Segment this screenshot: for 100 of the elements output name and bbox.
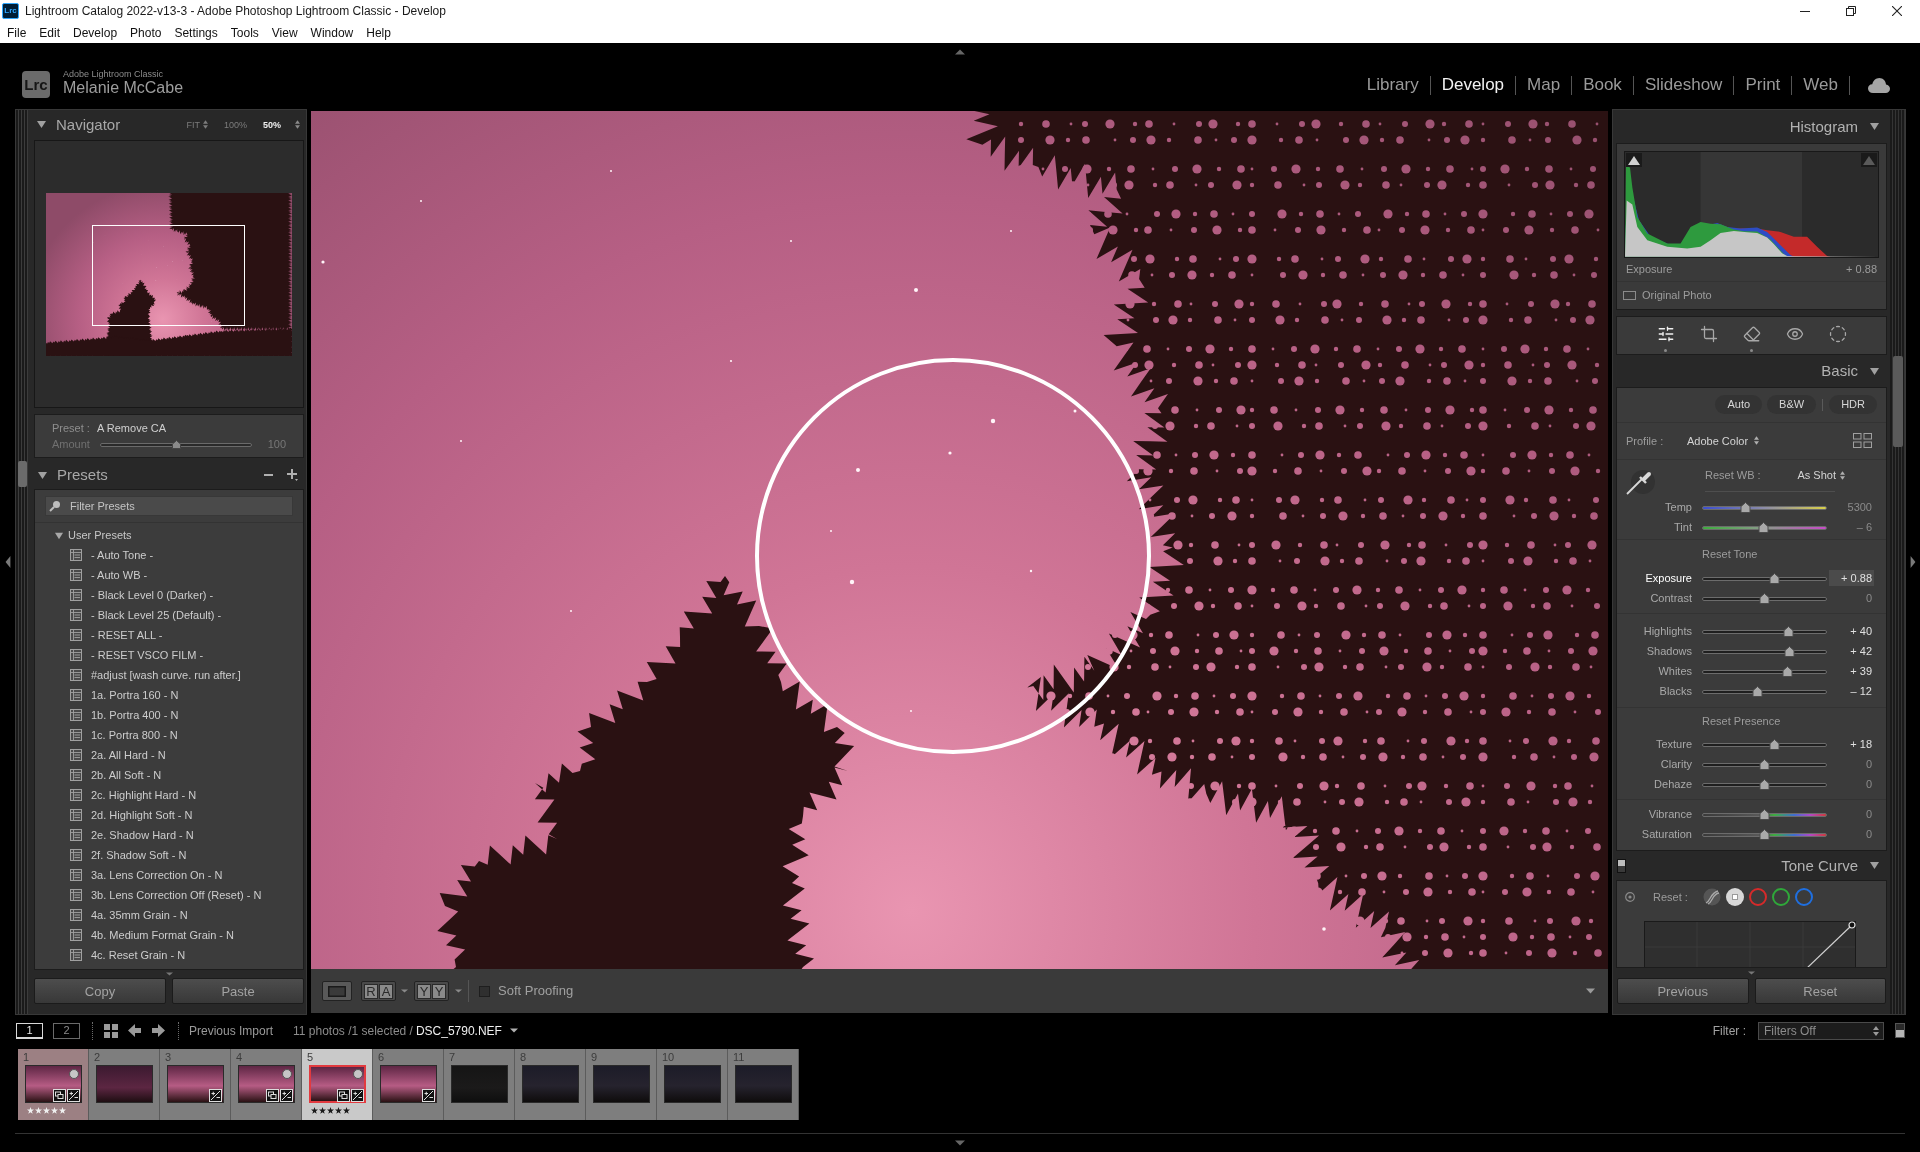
arrow-left-icon[interactable] [128,1024,141,1037]
crop-icon[interactable] [1699,325,1718,343]
zoom-option[interactable]: 100% [223,119,247,130]
slider-thumb[interactable] [1759,808,1770,820]
slider-track[interactable] [1702,572,1827,584]
preset-item[interactable]: 1b. Portra 400 - N [91,706,179,724]
caret-down-icon[interactable] [509,1028,518,1033]
action-button[interactable]: Paste [172,978,304,1004]
panel-title[interactable]: Histogram [1789,117,1858,136]
slider-label[interactable]: Saturation [1617,825,1692,843]
cloud-icon[interactable] [1868,77,1890,93]
preset-name[interactable]: A Remove CA [97,420,167,437]
stepper-arrows-icon[interactable] [1754,436,1760,446]
slider-track[interactable] [1702,592,1827,604]
view-mode-button[interactable] [322,981,352,1001]
eraser-icon[interactable] [1742,325,1761,343]
switch-icon[interactable] [1895,1023,1905,1038]
curve-icon[interactable] [1703,888,1721,906]
disc-icon[interactable] [1726,888,1744,906]
menu-item[interactable]: Photo [130,24,162,41]
menu-item[interactable]: Help [366,24,391,41]
caret-down-icon[interactable] [1870,366,1879,376]
caret-down-icon[interactable] [38,470,47,480]
preset-item[interactable]: - Black Level 0 (Darker) - [91,586,214,604]
action-button[interactable]: Reset [1754,978,1886,1004]
slider-thumb[interactable] [171,439,181,449]
slider-label[interactable]: Temp [1617,498,1692,516]
preset-item[interactable]: - RESET ALL - [91,626,163,644]
slider-track[interactable] [1702,738,1827,750]
stepper-arrows-icon[interactable] [1873,1025,1879,1036]
slider-track[interactable] [1702,778,1827,790]
caret-right-icon[interactable] [1910,556,1916,568]
checkbox-label[interactable]: Soft Proofing [498,981,574,1001]
stepper-arrows-icon[interactable] [202,120,208,129]
slider-label[interactable]: Contrast [1617,589,1692,607]
preset-item[interactable]: #adjust [wash curve. run after.] [91,666,241,684]
menu-item[interactable]: Tools [230,24,259,41]
preset-item[interactable]: - RESET VSCO FILM - [91,646,204,664]
before-after-button[interactable]: R A [361,981,396,1001]
preset-item[interactable]: 1a. Portra 160 - N [91,686,179,704]
module-tab[interactable]: Map [1516,75,1572,95]
slider-thumb[interactable] [1781,665,1793,677]
restore-icon[interactable] [1846,6,1856,16]
preset-item[interactable]: 2e. Shadow Hard - N [91,826,194,844]
menu-item[interactable]: View [271,24,298,41]
menu-item[interactable]: Edit [39,24,61,41]
preset-item[interactable]: 2c. Highlight Hard - N [91,786,197,804]
reset-label[interactable]: Reset WB : [1705,466,1798,484]
slider-thumb[interactable] [1784,645,1795,657]
caret-up-icon[interactable] [955,49,965,55]
preset-item[interactable]: 3a. Lens Correction On - N [91,866,223,884]
filter-dropdown[interactable]: Filters Off [1758,1021,1884,1040]
ring-icon[interactable] [1772,888,1790,906]
triangle-icon[interactable] [1626,153,1642,167]
checkbox[interactable] [1623,291,1636,300]
menu-item[interactable]: File [7,24,27,41]
scrollbar-thumb[interactable] [1892,356,1903,447]
slider-label[interactable]: Whites [1617,662,1692,680]
slider-thumb[interactable] [1757,521,1769,533]
caret-down-icon[interactable] [1586,988,1595,994]
wb-dropdown[interactable]: As Shot [1797,466,1836,484]
slider-thumb[interactable] [1759,592,1770,604]
slider-thumb[interactable] [1769,738,1780,750]
scrollbar-thumb[interactable] [17,461,27,487]
preset-item[interactable]: 2d. Highlight Soft - N [91,806,193,824]
source-link[interactable]: Previous Import [189,1021,274,1040]
slider-label[interactable]: Texture [1617,735,1692,753]
slider-label[interactable]: Highlights [1617,622,1692,640]
caret-down-icon[interactable] [37,120,46,129]
menu-item[interactable]: Develop [73,24,118,41]
preset-item[interactable]: 1c. Portra 800 - N [91,726,178,744]
slider-label[interactable]: Clarity [1617,755,1692,773]
slider-track[interactable] [1702,645,1827,657]
close-icon[interactable] [1892,6,1902,16]
slider-track[interactable] [1702,808,1827,820]
panel-title[interactable]: Tone Curve [1781,856,1858,875]
module-tab[interactable]: Print [1734,75,1792,95]
slider-track[interactable] [1702,625,1827,637]
preset-item[interactable]: 4a. 35mm Grain - N [91,906,188,924]
view-area-frame[interactable] [92,224,245,326]
slider-thumb[interactable] [1759,758,1770,770]
preset-item[interactable]: 2a. All Hard - N [91,746,166,764]
menu-item[interactable]: Window [310,24,354,41]
slider-thumb[interactable] [1759,828,1770,840]
target-icon[interactable] [1625,892,1635,902]
slider-thumb[interactable] [1759,778,1770,790]
slider-track[interactable] [1702,685,1827,697]
screen-button[interactable]: 1 [16,1022,43,1039]
zoom-option[interactable]: 50% [263,119,281,130]
action-button[interactable]: Previous [1617,978,1749,1004]
scrollbar-track[interactable] [16,110,28,1014]
slider-track[interactable] [1702,521,1827,533]
panel-title[interactable]: Navigator [56,115,121,134]
dashed-circle-icon[interactable] [1828,325,1847,343]
module-tab[interactable]: Slideshow [1633,75,1734,95]
slider-label[interactable]: Tint [1617,518,1692,536]
treatment-button[interactable]: Auto [1715,395,1763,415]
action-button[interactable]: Copy [34,978,166,1004]
slider-track[interactable] [1702,501,1827,513]
slider-label[interactable]: Exposure [1617,569,1692,587]
